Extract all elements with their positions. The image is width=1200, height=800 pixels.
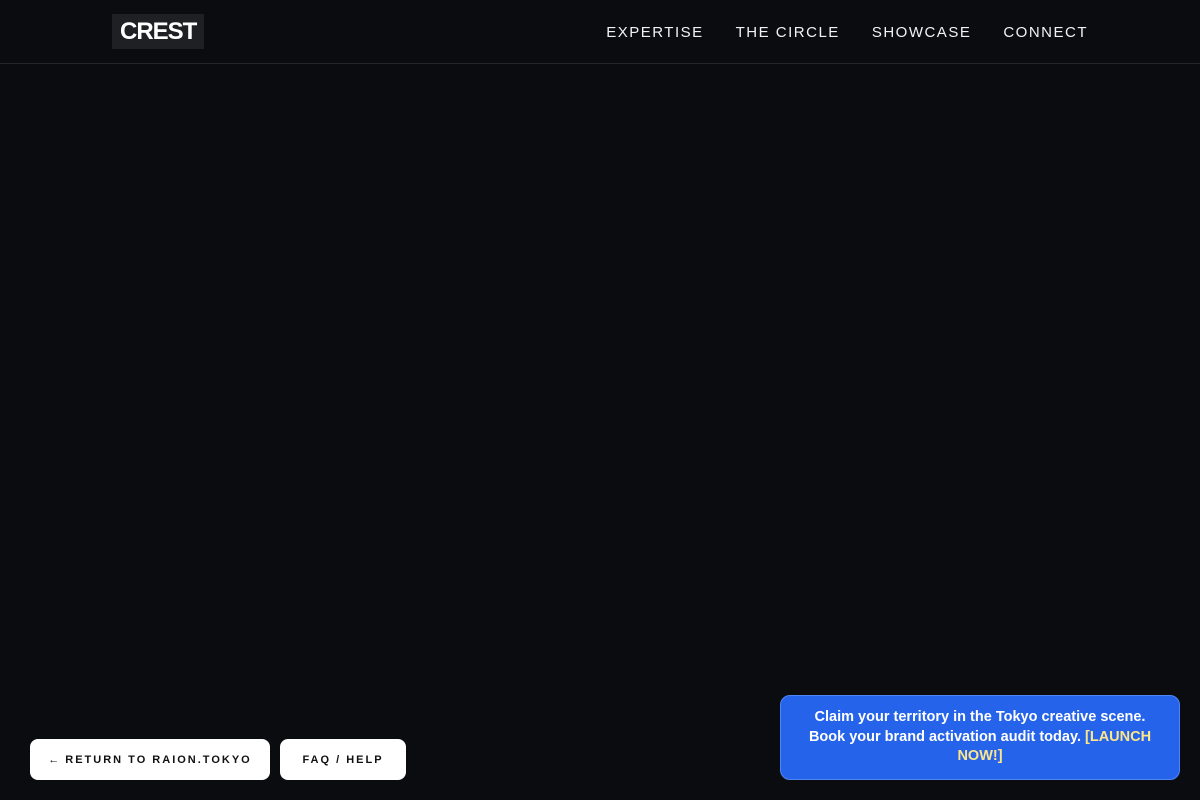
page: CREST EXPERTISE THE CIRCLE SHOWCASE CONN… <box>0 0 1200 800</box>
return-button-label: RETURN TO RAION.TOKYO <box>65 753 252 766</box>
main-nav: EXPERTISE THE CIRCLE SHOWCASE CONNECT <box>606 0 1088 64</box>
brand-logo[interactable]: CREST <box>112 14 205 49</box>
promo-line-1: Claim your territory in the Tokyo creati… <box>814 709 1146 726</box>
faq-button-label: FAQ / HELP <box>302 753 384 766</box>
return-to-raion-button[interactable]: ← RETURN TO RAION.TOKYO <box>30 739 270 780</box>
nav-item-expertise[interactable]: EXPERTISE <box>606 24 703 41</box>
main-content-area <box>0 64 1200 800</box>
top-navigation-bar: CREST EXPERTISE THE CIRCLE SHOWCASE CONN… <box>0 0 1200 64</box>
nav-item-the-circle[interactable]: THE CIRCLE <box>736 24 840 41</box>
promo-line-2: Book your brand activation audit today. <box>808 728 1081 745</box>
nav-item-showcase[interactable]: SHOWCASE <box>872 24 972 41</box>
promo-text: Claim your territory in the Tokyo creati… <box>803 708 1157 767</box>
nav-item-connect[interactable]: CONNECT <box>1003 24 1088 41</box>
promo-banner[interactable]: Claim your territory in the Tokyo creati… <box>780 695 1180 780</box>
arrow-left-icon: ← <box>48 753 60 766</box>
faq-help-button[interactable]: FAQ / HELP <box>280 739 406 780</box>
